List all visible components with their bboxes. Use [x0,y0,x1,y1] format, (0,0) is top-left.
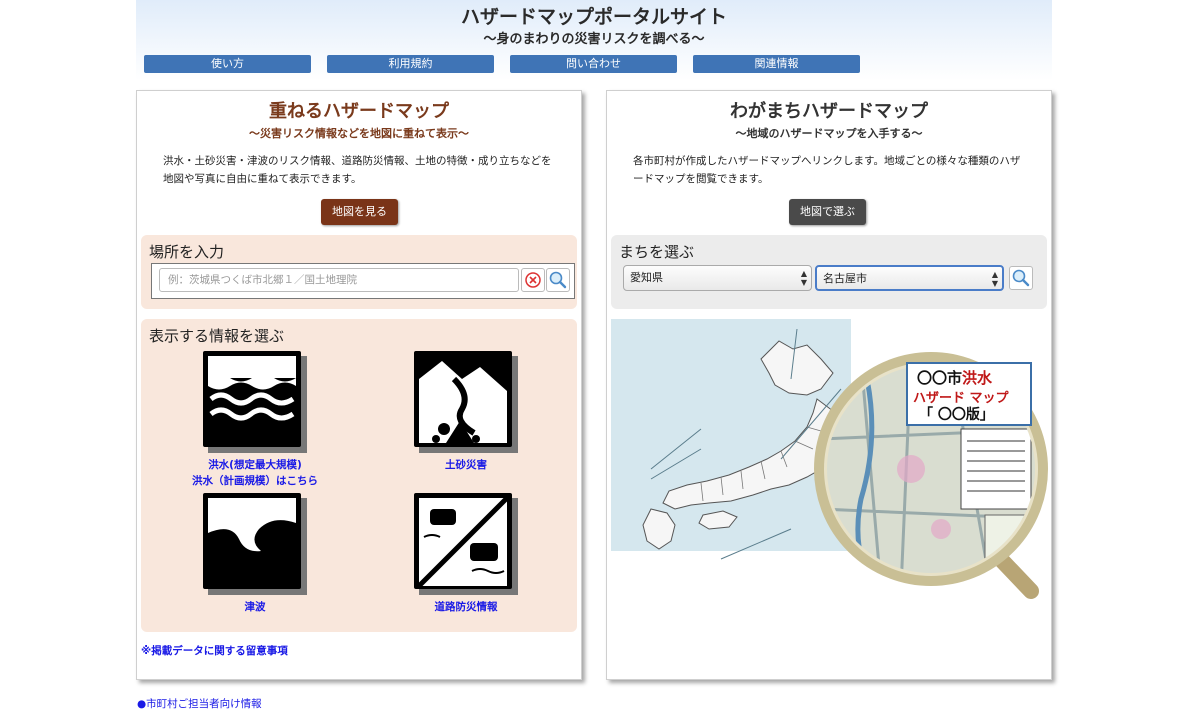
search-icon [549,271,567,289]
illustration-city-text: 〇〇市洪水 [917,369,993,387]
illustration-edition-text: 「 〇〇版」 [919,407,994,423]
site-header: ハザードマップポータルサイト 〜身のまわりの災害リスクを調べる〜 使い方 利用規… [136,0,1052,80]
landslide-icon [414,351,518,453]
clear-icon [525,272,541,288]
flood-max-link[interactable]: 洪水(想定最大規模) [165,457,345,473]
location-input-title: 場所を入力 [149,243,225,261]
select-on-map-button[interactable]: 地図で選ぶ [789,199,866,225]
landslide-tile[interactable] [414,351,518,453]
tsunami-icon [203,493,307,595]
city-value: 名古屋市 [823,272,867,285]
road-disaster-icon [414,493,518,595]
town-select-box: まちを選ぶ 愛知県 ▲ ▼ 名古屋市 ▲ ▼ [611,235,1047,309]
info-select-title: 表示する情報を選ぶ [149,327,285,345]
road-disaster-link[interactable]: 道路防災情報 [376,599,556,615]
japan-map-illustration [611,319,1048,599]
landslide-link[interactable]: 土砂災害 [376,457,556,473]
overlay-map-title: 重ねるハザードマップ [269,101,449,122]
overlay-hazard-map-panel: 重ねるハザードマップ 〜災害リスク情報などを地図に重ねて表示〜 洪水・土砂災害・… [136,90,582,680]
overlay-map-description: 洪水・土砂災害・津波のリスク情報、道路防災情報、土地の特徴・成り立ちなどを地図や… [163,155,552,185]
japan-map-image[interactable]: 〇〇市洪水 ハザード マップ 「 〇〇版」 [611,319,1051,601]
local-hazard-map-panel: わがまちハザードマップ 〜地域のハザードマップを入手する〜 各市町村が作成したハ… [606,90,1052,680]
overlay-map-subtitle: 〜災害リスク情報などを地図に重ねて表示〜 [249,127,469,140]
site-subtitle: 〜身のまわりの災害リスクを調べる〜 [483,32,705,47]
flood-plan-link[interactable]: 洪水（計画規模）はこちら [165,473,345,489]
city-select[interactable]: 名古屋市 ▲ ▼ [815,265,1004,291]
nav-terms-button[interactable]: 利用規約 [327,55,494,73]
tsunami-link[interactable]: 津波 [165,599,345,615]
nav-related-button[interactable]: 関連情報 [693,55,860,73]
municipal-staff-link[interactable]: ●市町村ご担当者向け情報 [137,696,262,711]
nav-contact-button[interactable]: 問い合わせ [510,55,677,73]
view-map-button[interactable]: 地図を見る [321,199,398,225]
flood-tile[interactable] [203,351,307,453]
info-select-box: 表示する情報を選ぶ 洪水(想定最大規模) 洪水（計画規模）はこちら 土砂災害 津… [141,319,577,632]
flood-icon [203,351,307,453]
prefecture-value: 愛知県 [630,271,663,284]
search-icon [1012,269,1030,287]
prefecture-select[interactable]: 愛知県 ▲ ▼ [623,265,812,291]
local-map-subtitle: 〜地域のハザードマップを入手する〜 [735,127,923,140]
nav-usage-button[interactable]: 使い方 [144,55,311,73]
town-select-title: まちを選ぶ [619,243,695,261]
tsunami-tile[interactable] [203,493,307,595]
select-arrows-icon: ▲ ▼ [800,269,807,287]
search-button[interactable] [546,268,570,292]
search-box [151,263,575,299]
select-arrows-icon: ▲ ▼ [991,270,998,288]
local-map-description: 各市町村が作成したハザードマップへリンクします。地域ごとの様々な種類のハザードマ… [633,155,1021,185]
site-title: ハザードマップポータルサイト [460,6,727,28]
local-map-title: わがまちハザードマップ [730,101,928,122]
town-search-button[interactable] [1009,266,1033,290]
road-disaster-tile[interactable] [414,493,518,595]
data-notes-link[interactable]: ※掲載データに関する留意事項 [141,643,288,658]
location-input-box: 場所を入力 [141,235,577,309]
location-search-input[interactable] [159,268,519,292]
clear-button[interactable] [521,268,545,292]
